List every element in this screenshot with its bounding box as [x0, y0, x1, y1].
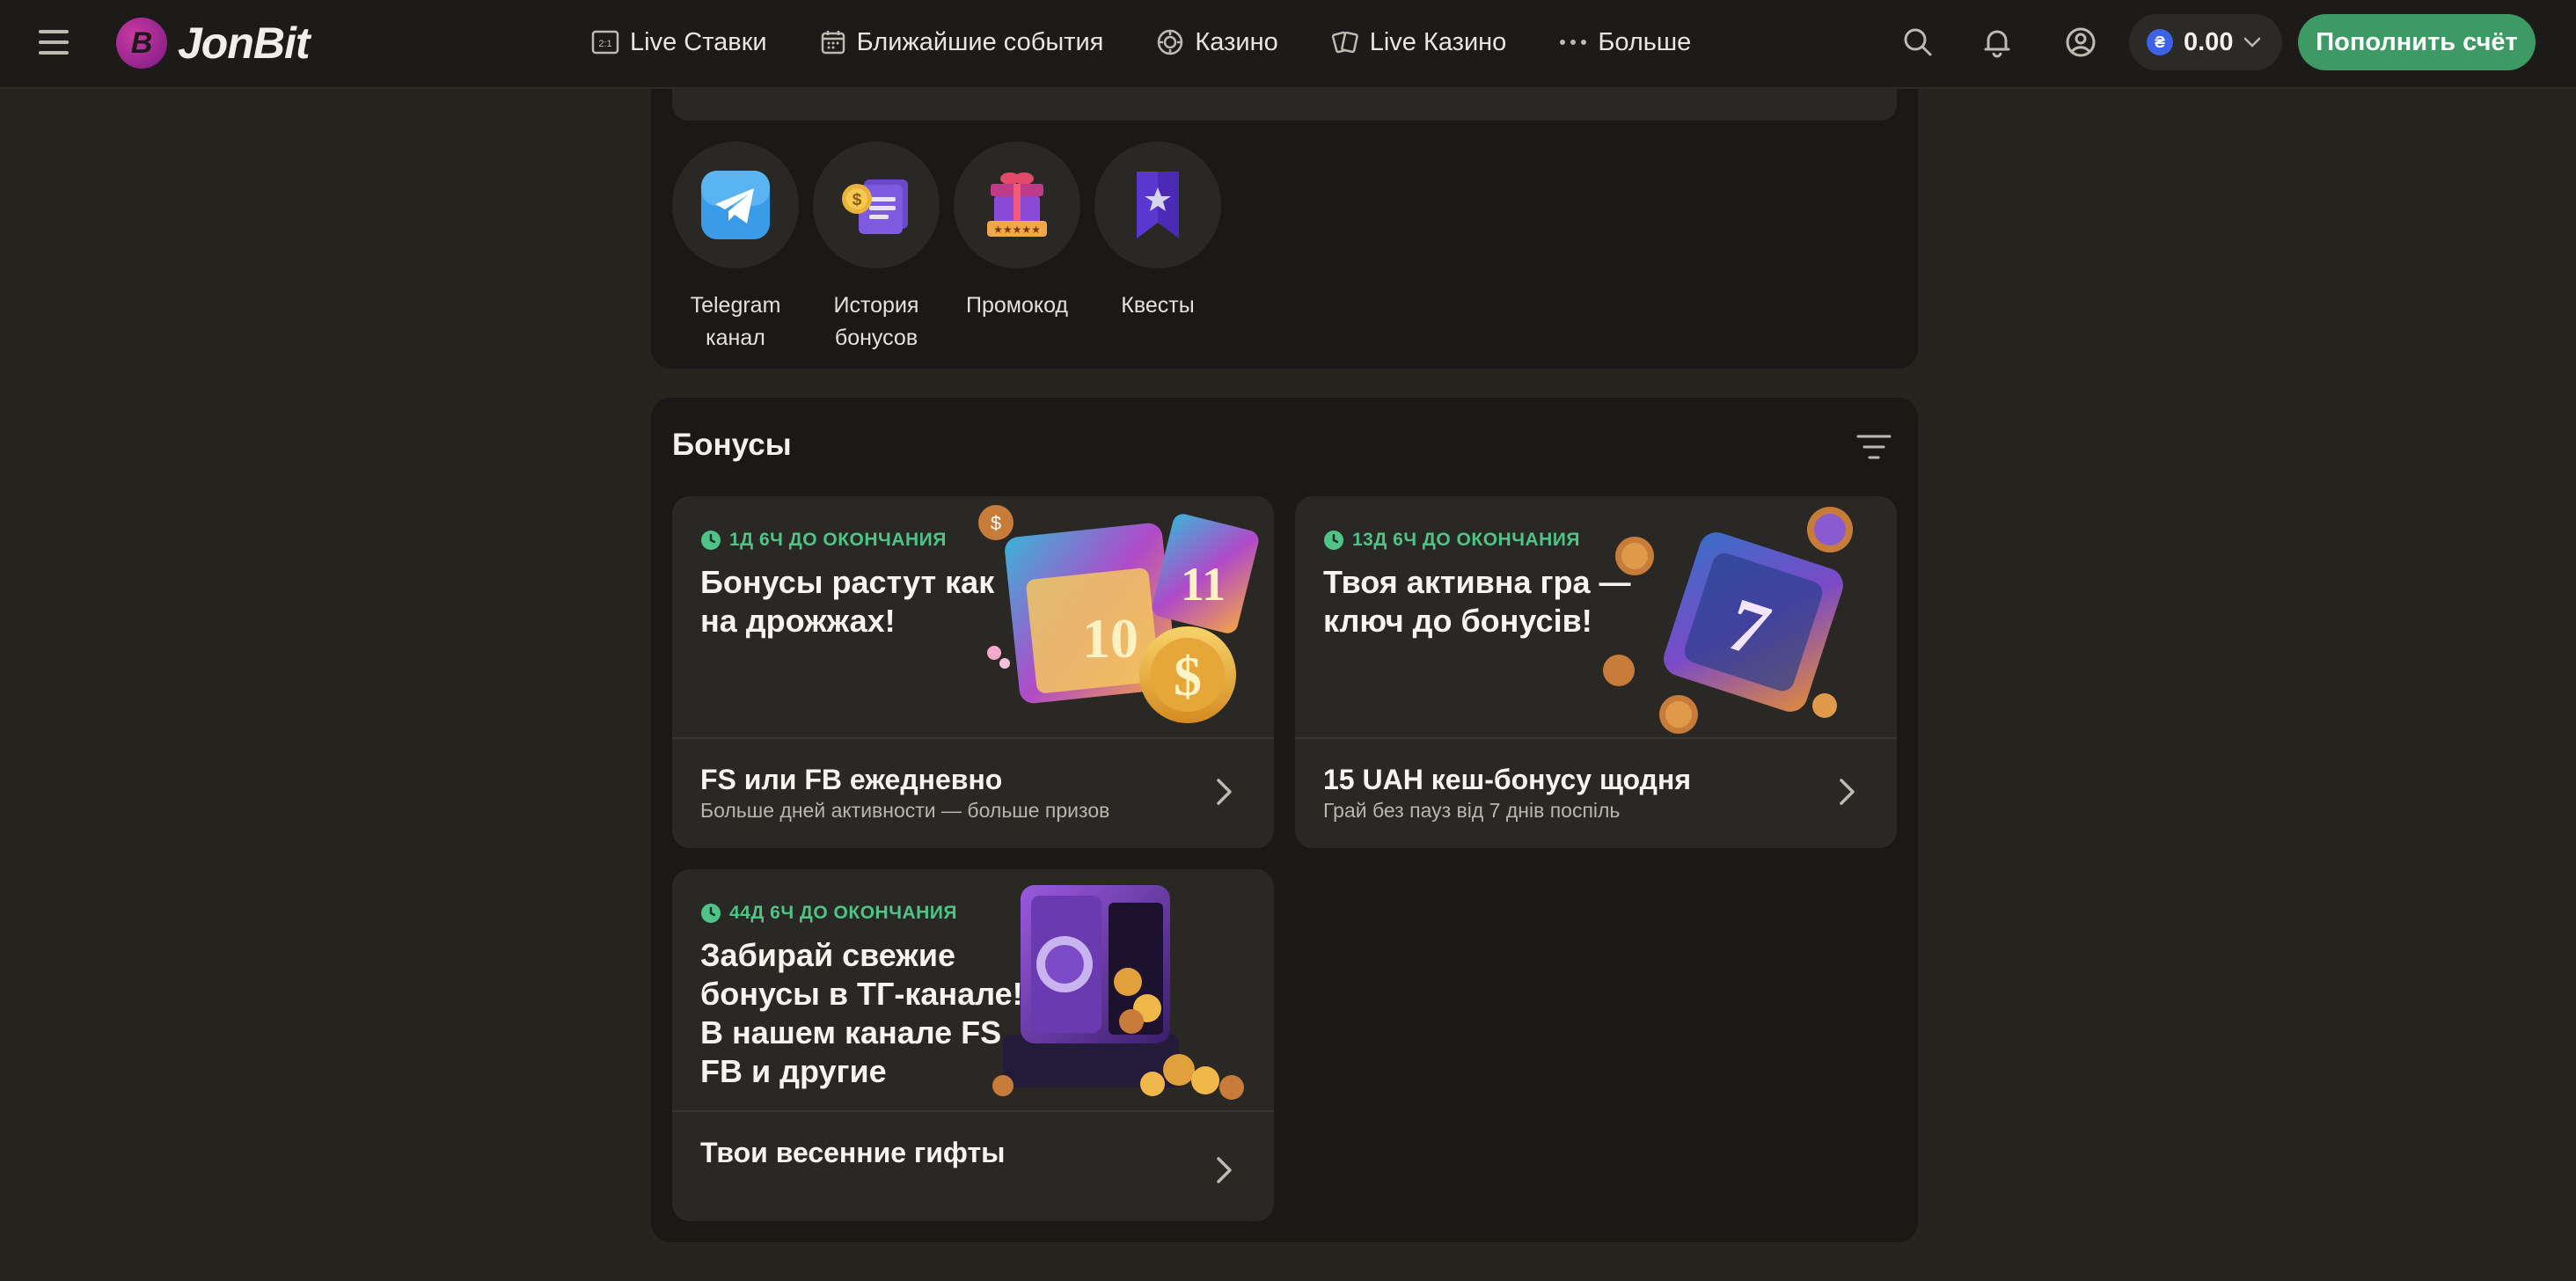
balance-selector[interactable]: ₴ 0.00: [2129, 14, 2282, 70]
quick-link-circle: [672, 142, 799, 268]
quick-link-label: Промокод: [965, 293, 1069, 318]
lucky-seven-calendar-illustration: 7: [1603, 507, 1853, 734]
nav-live-casino[interactable]: Live Казино: [1331, 27, 1507, 57]
nav-live-bets[interactable]: 2:1 Live Ставки: [591, 28, 767, 57]
user-profile-icon[interactable]: [2063, 25, 2098, 60]
calendar-icon: [821, 31, 845, 55]
clock-icon: [701, 904, 721, 923]
quick-link-circle: [1094, 142, 1221, 268]
bonuses-title: Бонусы: [672, 428, 792, 462]
nav-casino[interactable]: Казино: [1156, 27, 1278, 57]
countdown-badge: 1Д 6Ч ДО ОКОНЧАНИЯ: [700, 530, 947, 551]
quick-link-promocode[interactable]: ★★★★★ Промокод: [954, 142, 1080, 322]
svg-text:$: $: [991, 512, 1001, 534]
nav-upcoming-events[interactable]: Ближайшие события: [820, 27, 1104, 57]
quick-link-label-line2: канал: [706, 326, 765, 350]
more-dots-icon: [1560, 40, 1587, 45]
live-bets-icon: 2:1: [591, 30, 619, 55]
quick-link-label-line1: Telegram: [690, 293, 781, 318]
bell-icon[interactable]: [1980, 25, 2015, 60]
main-nav: 2:1 Live Ставки Ближайшие события Казино…: [591, 0, 1691, 84]
bonuses-panel: Бонусы 1Д 6Ч ДО ОКОНЧАНИЯ Бонусы растут …: [651, 398, 1918, 1242]
svg-text:10: 10: [1082, 607, 1138, 670]
panel-top-strip: [672, 89, 1897, 121]
logo[interactable]: B JonBit: [116, 16, 311, 70]
nav-casino-label: Казино: [1195, 27, 1278, 56]
bonus-offer-title: FS или FB ежедневно: [700, 764, 1003, 795]
svg-text:$: $: [1174, 645, 1202, 707]
top-bar: B JonBit 2:1 Live Ставки Ближайшие событ…: [0, 0, 2576, 89]
playing-cards-icon: [1331, 31, 1358, 54]
nav-live-casino-label: Live Казино: [1369, 27, 1507, 56]
bonus-offer-title: Твои весенние гифты: [700, 1137, 1006, 1168]
bonus-offer-title: 15 UAH кеш-бонусу щодня: [1323, 764, 1691, 795]
quests-bookmark-icon: [1137, 172, 1179, 238]
chevron-right-icon[interactable]: [1214, 1154, 1235, 1186]
logo-text: JonBit: [178, 18, 311, 68]
countdown-text: 1Д 6Ч ДО ОКОНЧАНИЯ: [729, 530, 947, 550]
logo-mark-icon: B: [116, 18, 167, 69]
quick-link-telegram[interactable]: Telegram канал: [672, 142, 799, 355]
casino-chip-icon: [1158, 29, 1183, 55]
quick-links-panel: Telegram канал $ История бонусов ★★★★★ Про…: [651, 89, 1918, 369]
bonus-card-divider: [1295, 737, 1897, 739]
menu-burger-icon[interactable]: [39, 30, 69, 56]
countdown-badge: 13Д 6Ч ДО ОКОНЧАНИЯ: [1323, 530, 1580, 551]
svg-text:2:1: 2:1: [598, 39, 611, 49]
search-icon[interactable]: [1900, 25, 1936, 60]
nav-more-label: Больше: [1598, 27, 1692, 56]
svg-text:11: 11: [1181, 558, 1226, 611]
bonus-card-header: 44Д 6Ч ДО ОКОНЧАНИЯ Забирай свежие бонус…: [672, 869, 1274, 1110]
deposit-button[interactable]: Пополнить счёт: [2298, 14, 2536, 70]
safe-coins-illustration: [992, 885, 1244, 1100]
bonus-card-header: 13Д 6Ч ДО ОКОНЧАНИЯ Твоя активна гра — к…: [1295, 496, 1897, 737]
bonus-offer-description: Грай без пауз від 7 днів поспіль: [1323, 799, 1621, 822]
chevron-down-icon: [2244, 37, 2261, 48]
clock-icon: [1324, 531, 1343, 550]
promo-gift-icon: ★★★★★: [987, 172, 1047, 237]
quick-link-circle: $: [813, 142, 940, 268]
quick-link-quests[interactable]: Квесты: [1094, 142, 1221, 322]
quick-link-label: Квесты: [1121, 293, 1195, 318]
quick-link-circle: ★★★★★: [954, 142, 1080, 268]
quick-link-bonus-history[interactable]: $ История бонусов: [813, 142, 940, 355]
quick-link-label-line2: бонусов: [834, 326, 918, 350]
bonus-history-icon: $: [842, 179, 908, 234]
bonus-card-divider: [672, 1110, 1274, 1112]
svg-text:$: $: [853, 191, 862, 209]
chevron-right-icon[interactable]: [1837, 776, 1858, 808]
telegram-icon: [701, 171, 770, 239]
bonus-card[interactable]: 13Д 6Ч ДО ОКОНЧАНИЯ Твоя активна гра — к…: [1295, 496, 1897, 848]
calendar-coins-illustration: 10 11 $ $: [978, 505, 1259, 723]
bonus-card[interactable]: 1Д 6Ч ДО ОКОНЧАНИЯ Бонусы растут как на …: [672, 496, 1274, 848]
bonus-offer-description: Больше дней активности — больше призов: [700, 799, 1110, 822]
filter-icon[interactable]: [1856, 433, 1892, 461]
nav-upcoming-events-label: Ближайшие события: [856, 27, 1104, 56]
nav-more[interactable]: Больше: [1559, 28, 1691, 57]
quick-link-label-line1: История: [833, 293, 919, 318]
nav-live-bets-label: Live Ставки: [630, 27, 767, 56]
bonus-card-divider: [672, 737, 1274, 739]
bonus-card-header: 1Д 6Ч ДО ОКОНЧАНИЯ Бонусы растут как на …: [672, 496, 1274, 737]
balance-value: 0.00: [2184, 27, 2234, 56]
clock-icon: [701, 531, 721, 550]
bonus-card[interactable]: 44Д 6Ч ДО ОКОНЧАНИЯ Забирай свежие бонус…: [672, 869, 1274, 1221]
chevron-right-icon[interactable]: [1214, 776, 1235, 808]
currency-coin-icon: ₴: [2147, 29, 2173, 55]
svg-text:★★★★★: ★★★★★: [993, 223, 1041, 236]
countdown-text: 13Д 6Ч ДО ОКОНЧАНИЯ: [1352, 530, 1580, 550]
countdown-text: 44Д 6Ч ДО ОКОНЧАНИЯ: [729, 903, 957, 923]
countdown-badge: 44Д 6Ч ДО ОКОНЧАНИЯ: [700, 903, 957, 924]
